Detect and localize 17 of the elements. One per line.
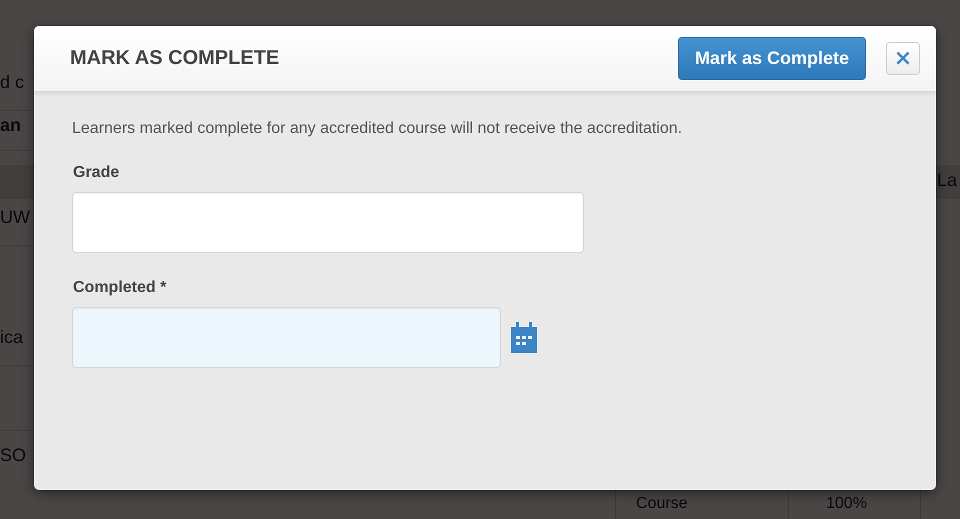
table-cell: Course bbox=[636, 495, 688, 513]
table-cell: d c bbox=[0, 72, 24, 93]
field-label: Completed * bbox=[72, 279, 168, 297]
dialog-title: MARK AS COMPLETE bbox=[70, 47, 280, 70]
mark-complete-button[interactable]: Mark as Complete bbox=[678, 37, 866, 80]
date-field[interactable] bbox=[72, 307, 501, 368]
field-label: Grade bbox=[72, 164, 120, 182]
table-cell: 100% bbox=[826, 495, 867, 513]
column-header: La bbox=[937, 170, 958, 191]
table-cell: ica bbox=[0, 327, 24, 348]
grade-field[interactable] bbox=[72, 192, 584, 253]
close-button[interactable]: × bbox=[886, 42, 920, 75]
table-cell: SO bbox=[0, 445, 26, 466]
table-cell: an bbox=[0, 115, 22, 136]
info-message: Learners marked complete for any accredited course will not receive the accreditation. bbox=[72, 119, 684, 139]
calendar-icon[interactable] bbox=[511, 322, 537, 353]
table-cell: UW bbox=[0, 207, 30, 228]
